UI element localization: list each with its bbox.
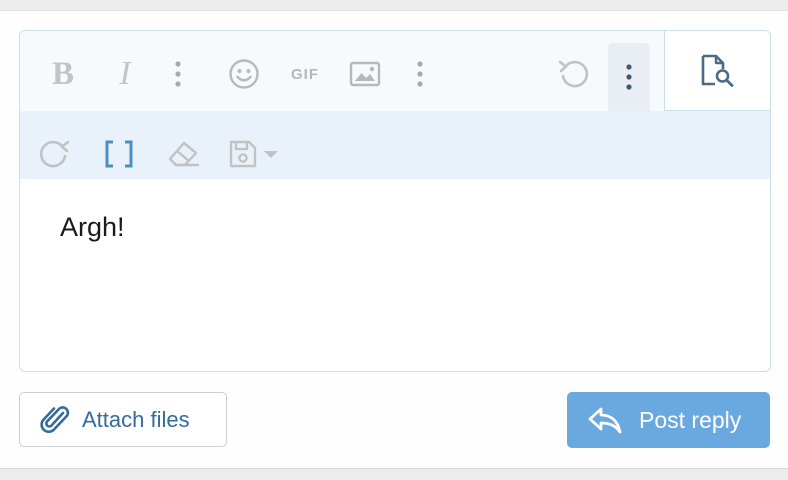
- editor-content[interactable]: Argh!: [60, 209, 740, 245]
- redo-button[interactable]: [36, 137, 72, 171]
- drafts-button[interactable]: [226, 137, 282, 171]
- undo-icon: [558, 60, 589, 88]
- toggle-bbcode-button[interactable]: [102, 137, 136, 171]
- vertical-ellipsis-icon: [417, 61, 423, 87]
- chevron-down-icon: [264, 151, 278, 158]
- italic-button[interactable]: I: [110, 57, 140, 91]
- bold-icon: B: [51, 56, 74, 92]
- reply-arrow-icon: [588, 407, 622, 434]
- post-reply-label: Post reply: [639, 406, 742, 433]
- brackets-icon: [105, 140, 133, 168]
- emoji-button[interactable]: [228, 58, 260, 90]
- attach-files-label: Attach files: [82, 406, 190, 432]
- redo-icon: [39, 140, 70, 168]
- post-reply-button[interactable]: Post reply: [567, 392, 770, 448]
- paperclip-icon: [40, 405, 70, 433]
- vertical-ellipsis-icon: [175, 61, 181, 87]
- gif-button[interactable]: GIF: [288, 61, 322, 87]
- preview-button[interactable]: [664, 31, 770, 111]
- italic-icon: I: [119, 55, 131, 92]
- preview-document-search-icon: [701, 54, 733, 87]
- bold-button[interactable]: B: [48, 57, 78, 91]
- eraser-icon: [168, 141, 200, 167]
- more-text-options-button[interactable]: [168, 59, 188, 89]
- vertical-ellipsis-icon: [626, 64, 632, 90]
- more-insert-options-button[interactable]: [410, 59, 430, 89]
- undo-button[interactable]: [556, 57, 592, 91]
- more-options-button[interactable]: [608, 43, 650, 111]
- attach-files-button[interactable]: Attach files: [19, 392, 227, 447]
- image-icon: [349, 61, 381, 87]
- save-icon: [229, 140, 257, 168]
- insert-image-button[interactable]: [348, 60, 382, 88]
- rich-text-editor: B I GIF Argh!: [19, 30, 771, 372]
- editor-toolbar-primary: B I GIF: [20, 31, 770, 111]
- gif-icon: GIF: [291, 65, 319, 83]
- smiley-icon: [229, 59, 259, 89]
- reply-panel: B I GIF Argh! Attach files Post reply: [0, 10, 788, 469]
- remove-formatting-button[interactable]: [166, 137, 202, 171]
